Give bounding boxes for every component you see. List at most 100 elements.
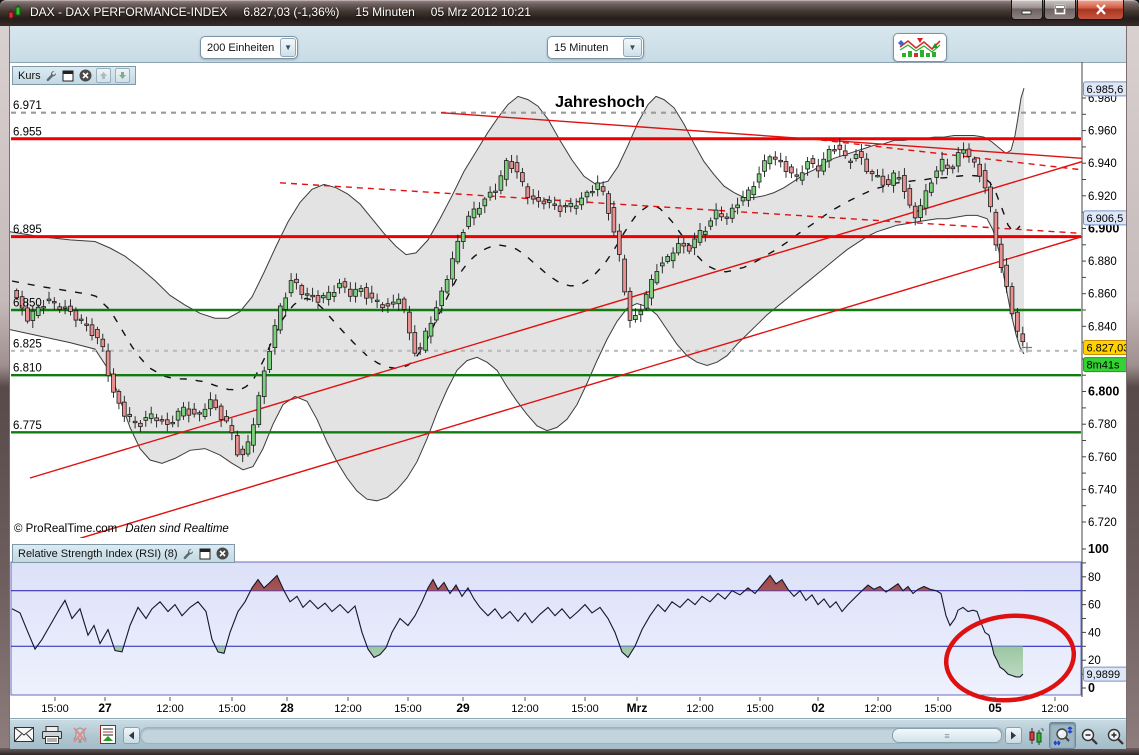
candle-body: [800, 173, 804, 180]
candle-body: [736, 205, 740, 208]
candle-body: [628, 291, 632, 320]
candle-body: [601, 187, 605, 192]
candle-body: [843, 151, 847, 156]
candle-body: [467, 216, 471, 226]
print-button[interactable]: [41, 726, 63, 744]
candle-body: [978, 164, 982, 176]
candle-body: [693, 239, 697, 248]
candle-body: [703, 231, 707, 234]
candle-body: [241, 449, 245, 455]
rsi-axis-label: 0: [1088, 681, 1095, 695]
price-axis-label: 6.780: [1088, 419, 1117, 431]
indicators-button[interactable]: [893, 33, 947, 62]
candle-body: [359, 289, 363, 292]
candle-body: [757, 174, 761, 182]
candle-body: [219, 406, 223, 419]
candle-body: [79, 319, 83, 320]
time-scrollbar-track[interactable]: ≡: [140, 727, 1004, 744]
chart-settings-button[interactable]: [1024, 723, 1048, 749]
restore-icon: [1054, 4, 1066, 15]
candle-body: [946, 165, 950, 168]
candle-body: [488, 192, 492, 197]
annotation-jahreshoch[interactable]: Jahreshoch: [555, 94, 645, 111]
candle-body: [252, 425, 256, 445]
time-axis-label: 02: [811, 701, 825, 715]
price-panel-header[interactable]: Kurs: [12, 66, 136, 85]
candle-body: [316, 296, 320, 303]
candle-body: [85, 324, 89, 325]
candle-body: [617, 231, 621, 254]
move-panel-down-icon[interactable]: [115, 68, 130, 83]
candle-body: [117, 392, 121, 404]
application-window: DAX - DAX PERFORMANCE-INDEX 6.827,03 (-1,…: [0, 0, 1139, 755]
scroll-left-button[interactable]: [123, 727, 140, 744]
rsi-axis-label: 80: [1088, 572, 1101, 584]
candle-body: [698, 230, 702, 242]
candle-body: [650, 279, 654, 298]
candle-body: [827, 149, 831, 160]
move-panel-up-icon[interactable]: [96, 68, 111, 83]
time-scrollbar-thumb[interactable]: ≡: [892, 728, 1002, 743]
candle-body: [31, 311, 35, 320]
detach-window-icon[interactable]: [62, 69, 75, 82]
rsi-axis-label: 40: [1088, 627, 1101, 639]
close-panel-icon[interactable]: [79, 69, 92, 82]
candle-body: [149, 414, 153, 419]
time-axis-label: Mrz: [627, 701, 648, 715]
candle-body: [983, 171, 987, 188]
candle-body: [365, 288, 369, 299]
timeframe-dropdown[interactable]: 15 Minuten ▼: [547, 36, 644, 59]
candle-body: [763, 161, 767, 172]
rsi-axis-label: 20: [1088, 655, 1101, 667]
candle-body: [133, 421, 137, 422]
candle-body: [209, 400, 213, 409]
caption-buttons: [1010, 0, 1124, 20]
alerts-disabled-button[interactable]: [71, 726, 89, 744]
title-bar[interactable]: DAX - DAX PERFORMANCE-INDEX 6.827,03 (-1,…: [0, 0, 1139, 26]
title-price: 6.827,03 (-1,36%): [243, 5, 339, 19]
scroll-right-button[interactable]: [1005, 727, 1022, 744]
time-axis-label: 27: [98, 701, 112, 715]
candle-body: [644, 294, 648, 308]
candle-body: [155, 418, 159, 421]
chart-canvas[interactable]: Jahreshoch6.9716.9556.8956.8506.8256.810…: [10, 62, 1126, 718]
zoom-out-button[interactable]: [1077, 724, 1102, 749]
title-instrument: DAX - DAX PERFORMANCE-INDEX: [30, 5, 227, 19]
detach-window-icon[interactable]: [199, 547, 212, 560]
candle-body: [289, 281, 293, 293]
candle-body: [203, 409, 207, 416]
candle-body: [811, 159, 815, 164]
minimize-button[interactable]: [1011, 0, 1043, 20]
price-axis-label: 6.800: [1088, 385, 1119, 399]
candle-body: [230, 426, 234, 433]
report-button[interactable]: [100, 725, 116, 744]
price-axis-label: 6.720: [1088, 517, 1117, 529]
zoom-in-button[interactable]: [1103, 724, 1128, 749]
candle-body: [295, 279, 299, 282]
price-axis-label: 6.920: [1088, 191, 1117, 203]
rsi-panel-header[interactable]: Relative Strength Index (RSI) (8): [12, 544, 235, 563]
email-button[interactable]: [14, 727, 34, 742]
chevron-down-icon[interactable]: ▼: [623, 38, 642, 57]
chevron-down-icon[interactable]: ▼: [280, 38, 296, 57]
wrench-icon[interactable]: [182, 547, 195, 560]
candle-body: [42, 307, 46, 308]
candle-body: [838, 145, 842, 149]
price-level-label: 6.895: [13, 224, 42, 236]
candle-body: [940, 159, 944, 171]
rsi-axis-label: 60: [1088, 600, 1101, 612]
price-plot: [10, 88, 1082, 538]
price-level-label: 6.825: [13, 338, 42, 350]
close-button[interactable]: [1077, 0, 1124, 20]
units-dropdown[interactable]: 200 Einheiten ▼: [200, 36, 298, 59]
wrench-icon[interactable]: [45, 69, 58, 82]
candle-body: [870, 172, 874, 174]
time-axis-label: 05: [988, 701, 1002, 715]
candle-body: [876, 175, 880, 176]
close-panel-icon[interactable]: [216, 547, 229, 560]
restore-button[interactable]: [1044, 0, 1076, 20]
price-axis-label: 6.960: [1088, 126, 1117, 138]
zoom-pan-tool-button[interactable]: [1049, 722, 1076, 749]
candle-body: [822, 159, 826, 171]
candle-body: [122, 402, 126, 416]
